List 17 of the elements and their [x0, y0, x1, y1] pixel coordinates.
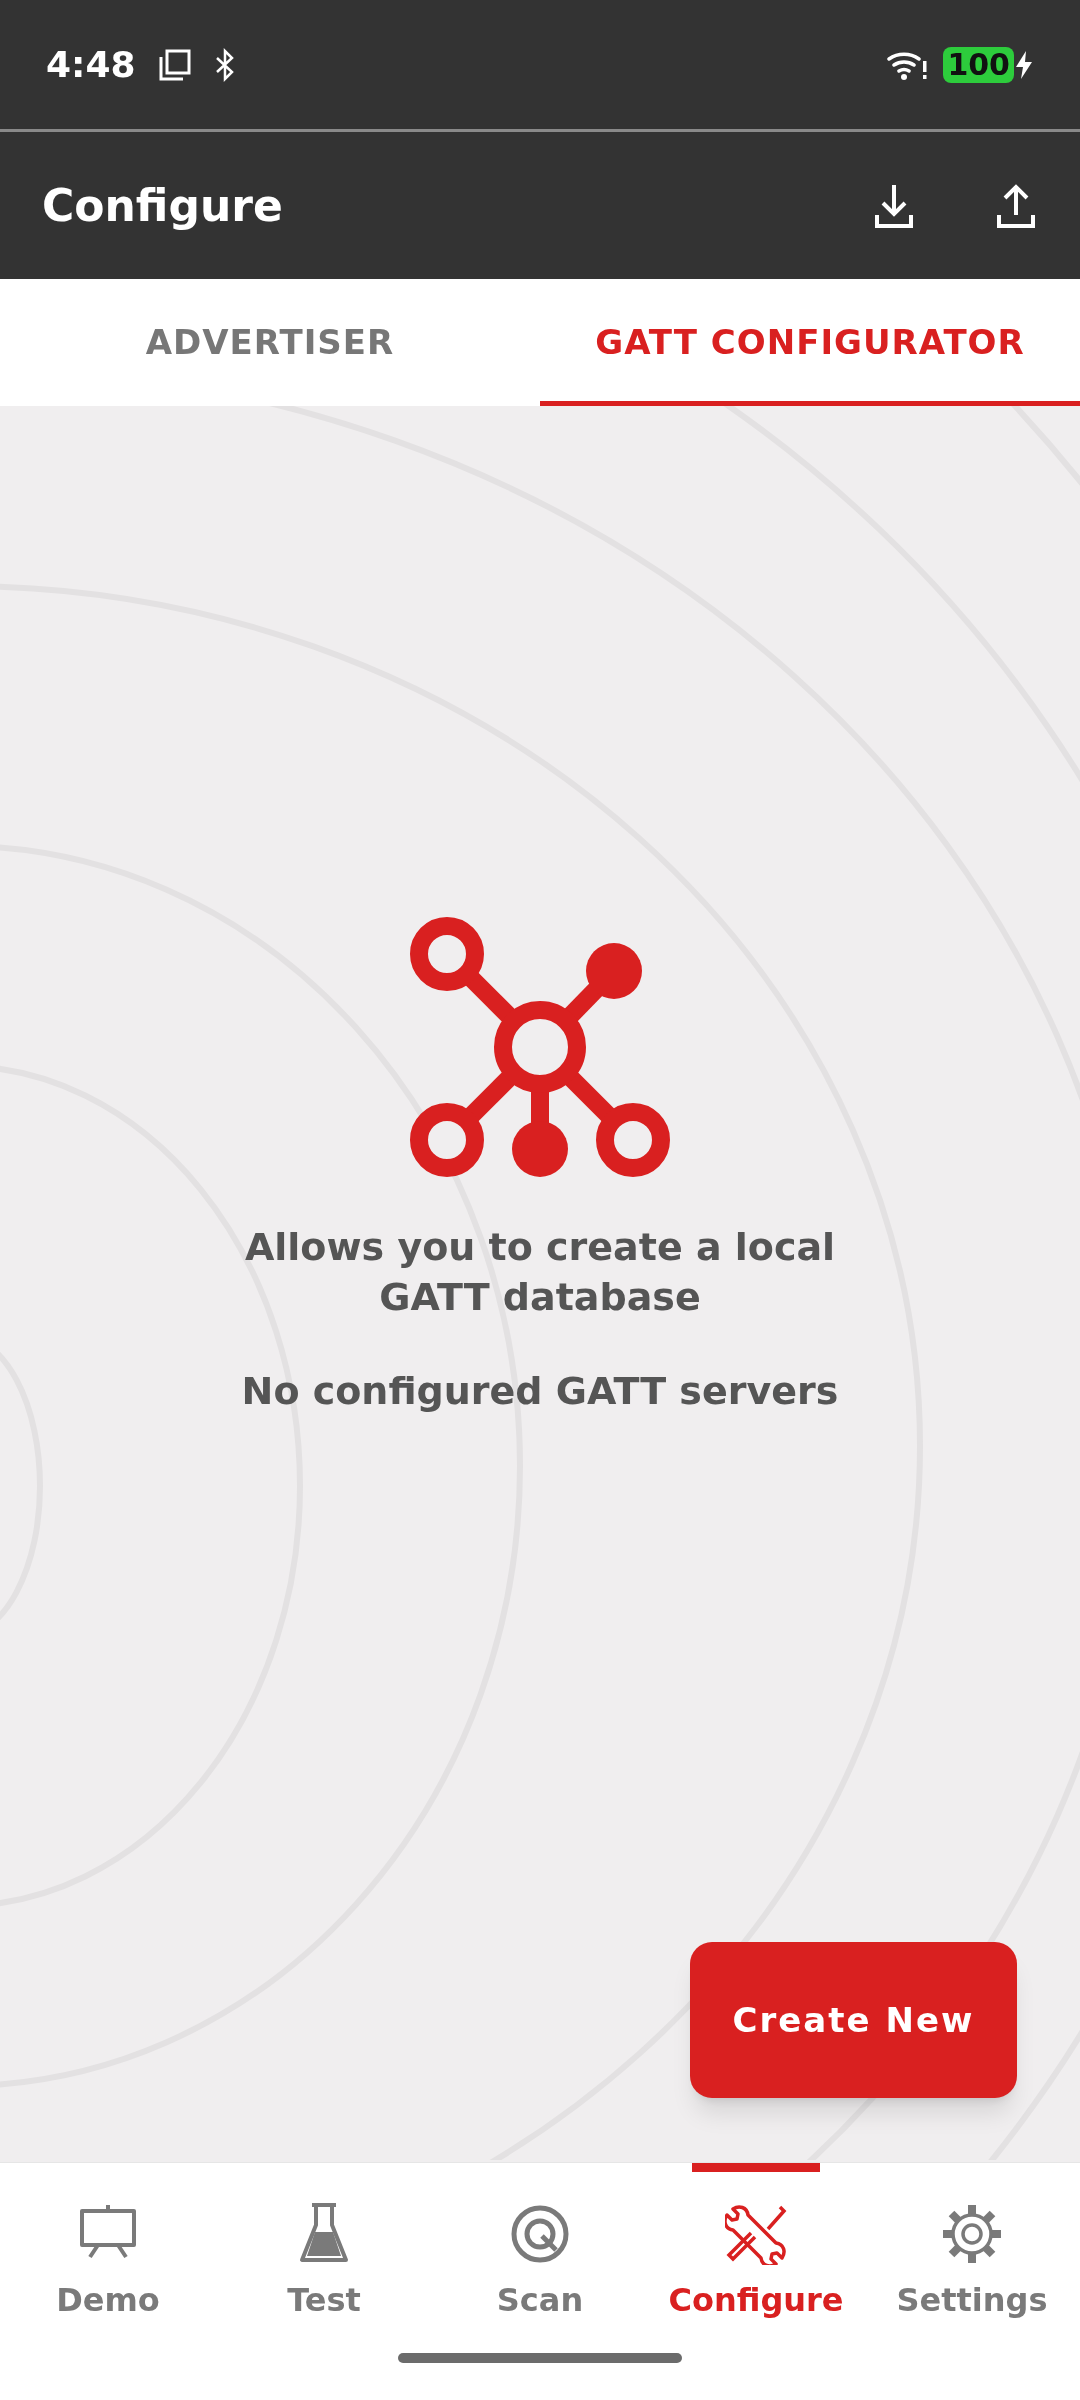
target-icon — [510, 2204, 570, 2264]
network-nodes-icon — [407, 914, 673, 1180]
empty-state-detail: No configured GATT servers — [241, 1368, 839, 1415]
settings-icon — [941, 2203, 1003, 2265]
nav-tab[interactable]: Test — [216, 2163, 432, 2353]
nav-tab[interactable]: Demo — [0, 2163, 216, 2353]
create-new-button[interactable]: Create New — [690, 1942, 1017, 2098]
screen-title: Configure — [42, 178, 284, 233]
battery-level: 100 — [943, 46, 1014, 83]
wrench-screwdriver-icon — [725, 2203, 787, 2265]
empty-state-message: Allows you to create a local GATT database — [243, 1224, 837, 1321]
nav-tab[interactable]: Configure — [648, 2163, 864, 2353]
nav-tab[interactable]: Scan — [432, 2163, 648, 2353]
tab[interactable]: ADVERTISER — [0, 279, 540, 406]
nav-tab[interactable]: Settings — [864, 2163, 1080, 2353]
screenshot-icon — [157, 47, 192, 82]
status-time: 4:48 — [46, 42, 136, 87]
